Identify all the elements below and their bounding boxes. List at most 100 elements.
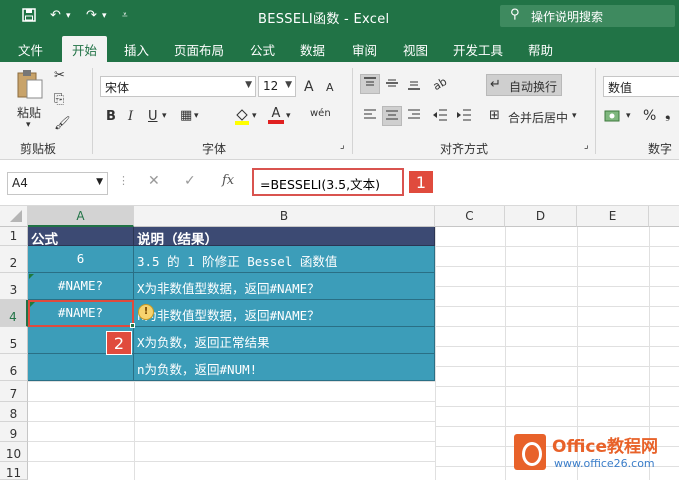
name-box[interactable]: A4 ▼ xyxy=(7,172,108,195)
grow-font-icon[interactable]: A xyxy=(304,79,314,95)
tab-formulas[interactable]: 公式 xyxy=(250,40,275,59)
ribbon-divider xyxy=(352,68,353,154)
align-top-button[interactable] xyxy=(360,74,380,94)
cancel-icon[interactable]: ✕ xyxy=(148,173,160,189)
enter-icon[interactable]: ✓ xyxy=(184,173,196,189)
row-header-2[interactable]: 2 xyxy=(0,246,28,273)
align-bottom-button[interactable] xyxy=(404,74,424,94)
decrease-indent-button[interactable] xyxy=(430,106,450,126)
borders-icon[interactable]: ▦ xyxy=(180,108,192,123)
formula-input[interactable]: =BESSELI(3.5,文本) xyxy=(252,168,404,196)
italic-button[interactable]: I xyxy=(128,109,133,124)
increase-indent-button[interactable] xyxy=(454,106,474,126)
phonetic-icon[interactable]: wén xyxy=(310,108,331,119)
redo-dropdown-icon[interactable]: ▾ xyxy=(102,11,107,21)
redo-icon[interactable]: ↷ xyxy=(86,8,97,23)
callout-badge-1: 1 xyxy=(408,170,434,194)
font-size-select[interactable]: 12 ▼ xyxy=(258,76,296,97)
column-header-b[interactable]: B xyxy=(134,206,435,227)
row-header-7[interactable]: 7 xyxy=(0,381,28,402)
chevron-down-icon[interactable]: ▾ xyxy=(252,111,257,121)
chevron-down-icon[interactable]: ▾ xyxy=(626,111,631,121)
row-header-8[interactable]: 8 xyxy=(0,402,28,422)
row-header-3[interactable]: 3 xyxy=(0,273,28,300)
number-group-label: 数字 xyxy=(648,142,673,156)
error-warning-icon[interactable]: ! xyxy=(138,304,154,320)
font-color-icon[interactable]: A xyxy=(268,106,284,124)
row-header-9[interactable]: 9 xyxy=(0,422,28,442)
column-header-a[interactable]: A xyxy=(28,206,134,227)
column-header-f[interactable] xyxy=(649,206,679,227)
cell-b1[interactable]: 说明（结果） xyxy=(134,227,435,246)
font-name-value: 宋体 xyxy=(105,81,130,95)
align-middle-button[interactable] xyxy=(382,74,402,94)
tab-file[interactable]: 文件 xyxy=(18,40,43,59)
column-header-d[interactable]: D xyxy=(505,206,577,227)
cell-a2[interactable]: 6 xyxy=(28,246,134,273)
cell-a4[interactable]: #NAME? xyxy=(28,300,134,327)
orientation-button[interactable]: ab xyxy=(430,74,456,94)
fill-color-icon[interactable] xyxy=(234,107,250,129)
watermark-url: www.office26.com xyxy=(554,457,655,470)
row-header-1[interactable]: 1 xyxy=(0,227,28,246)
more-icon: ⋮ xyxy=(118,174,129,187)
cell-b6[interactable]: n为负数，返回#NUM! xyxy=(134,354,435,381)
merge-center-button[interactable]: ⊞ 合并后居中 ▾ xyxy=(486,106,582,128)
accounting-format-icon[interactable] xyxy=(604,108,622,128)
cell-a3[interactable]: #NAME? xyxy=(28,273,134,300)
tab-page-layout[interactable]: 页面布局 xyxy=(174,40,224,59)
cell-b4[interactable]: n为非数值型数据，返回#NAME？ xyxy=(134,300,435,327)
cell-b5[interactable]: X为负数，返回正常结果 xyxy=(134,327,435,354)
column-header-c[interactable]: C xyxy=(435,206,505,227)
align-right-button[interactable] xyxy=(404,106,424,126)
tab-review[interactable]: 审阅 xyxy=(352,40,377,59)
save-icon[interactable] xyxy=(22,8,36,26)
dialog-launcher-icon[interactable]: ⌟ xyxy=(340,140,345,151)
chevron-down-icon[interactable]: ▾ xyxy=(194,111,199,121)
select-all-corner[interactable] xyxy=(0,206,28,227)
error-indicator-a3 xyxy=(29,274,34,279)
format-painter-icon[interactable]: 🖌 xyxy=(54,116,71,131)
paste-dropdown-icon[interactable]: ▾ xyxy=(26,120,31,130)
fill-handle[interactable] xyxy=(130,323,135,328)
underline-button[interactable]: U xyxy=(148,109,158,124)
number-format-value: 数值 xyxy=(608,81,633,95)
align-left-button[interactable] xyxy=(360,106,380,126)
row-header-5[interactable]: 5 xyxy=(0,327,28,354)
tab-developer[interactable]: 开发工具 xyxy=(453,40,503,59)
row-header-6[interactable]: 6 xyxy=(0,354,28,381)
row-header-10[interactable]: 10 xyxy=(0,442,28,462)
number-format-select[interactable]: 数值 xyxy=(603,76,679,97)
copy-icon[interactable]: ⎘ xyxy=(54,92,64,107)
tab-view[interactable]: 视图 xyxy=(403,40,428,59)
row-header-4[interactable]: 4 xyxy=(0,300,28,327)
undo-dropdown-icon[interactable]: ▾ xyxy=(66,11,71,21)
bold-button[interactable]: B xyxy=(106,109,116,124)
column-header-e[interactable]: E xyxy=(577,206,649,227)
chevron-down-icon[interactable]: ▾ xyxy=(286,111,291,121)
insert-function-icon[interactable]: fx xyxy=(222,173,234,188)
chevron-down-icon[interactable]: ▾ xyxy=(162,111,167,121)
row-header-11[interactable]: 11 xyxy=(0,462,28,480)
undo-icon[interactable]: ↶ xyxy=(50,8,61,23)
percent-button[interactable]: % xyxy=(643,108,656,124)
wrap-text-button[interactable]: ↵ 自动换行 xyxy=(486,74,562,96)
paste-icon[interactable] xyxy=(14,68,46,102)
tab-help[interactable]: 帮助 xyxy=(528,40,553,59)
search-box[interactable]: ⚲ 操作说明搜索 xyxy=(500,5,675,27)
shrink-font-icon[interactable]: A xyxy=(326,81,334,94)
font-name-select[interactable]: 宋体 ▼ xyxy=(100,76,256,97)
tab-data[interactable]: 数据 xyxy=(300,40,325,59)
tab-insert[interactable]: 插入 xyxy=(124,40,149,59)
align-center-button[interactable] xyxy=(382,106,402,126)
dialog-launcher-icon[interactable]: ⌟ xyxy=(584,140,589,151)
cell-b2[interactable]: 3.5 的 1 阶修正 Bessel 函数值 xyxy=(134,246,435,273)
cell-a1[interactable]: 公式 xyxy=(28,227,134,246)
customize-icon[interactable]: ⩡ xyxy=(122,10,128,21)
cell-a6[interactable] xyxy=(28,354,134,381)
cut-icon[interactable]: ✂ xyxy=(54,68,65,83)
cell-b3[interactable]: X为非数值型数据，返回#NAME？ xyxy=(134,273,435,300)
tab-home[interactable]: 开始 xyxy=(62,36,108,62)
comma-style-icon[interactable]: ❟ xyxy=(665,106,671,122)
paste-label[interactable]: 粘贴 xyxy=(17,104,41,121)
